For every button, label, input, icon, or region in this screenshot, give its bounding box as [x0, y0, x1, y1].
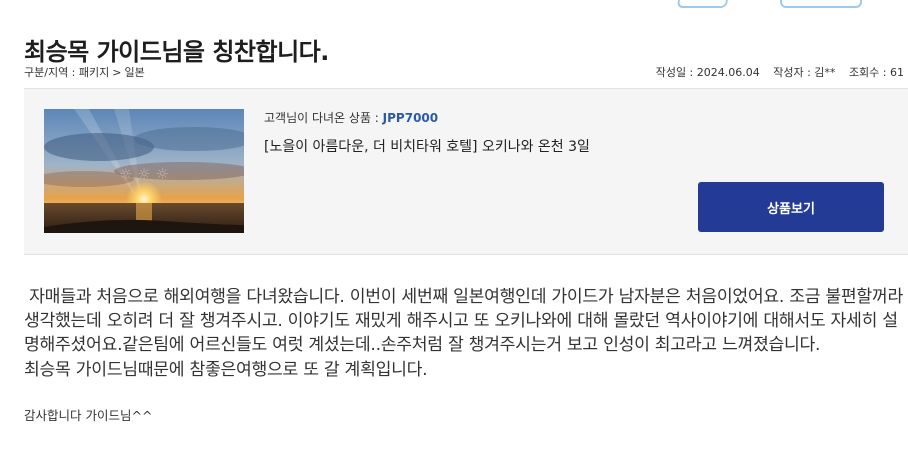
decorative-shape [780, 0, 862, 8]
post-views: 조회수 : 61 [848, 66, 904, 79]
page-title: 최승목 가이드님을 칭찬합니다. [24, 38, 329, 67]
post-meta: 작성일 : 2024.06.04 작성자 : 김** 조회수 : 61 [646, 64, 904, 80]
review-signoff: 감사합니다 가이드님^^ [24, 408, 153, 423]
review-body: 자매들과 처음으로 해외여행을 다녀왔습니다. 이번이 세번째 일본여행인데 가… [24, 287, 903, 380]
breadcrumb: 구분/지역 : 패키지 > 일본 [24, 64, 145, 80]
product-code-line: 고객님이 다녀온 상품 : JPP7000 [264, 109, 590, 126]
post-date: 작성일 : 2024.06.04 [655, 66, 760, 79]
product-card: ☼ ☼ ☼ 고객님이 다녀온 상품 : JPP7000 [노을이 아름다운, 더… [24, 88, 908, 255]
product-code[interactable]: JPP7000 [383, 111, 438, 125]
category-label: 구분/지역 : 패키지 [24, 66, 110, 79]
chevron-right-icon: > [112, 66, 122, 79]
svg-text:☼ ☼ ☼: ☼ ☼ ☼ [119, 165, 169, 183]
view-product-button[interactable]: 상품보기 [698, 182, 884, 232]
decorative-shape [676, 0, 730, 8]
post-author: 작성자 : 김** [773, 66, 836, 79]
product-thumbnail[interactable]: ☼ ☼ ☼ [44, 109, 244, 233]
product-code-label: 고객님이 다녀온 상품 : [264, 111, 383, 125]
region-label: 일본 [124, 66, 145, 79]
product-name[interactable]: [노을이 아름다운, 더 비치타워 호텔] 오키나와 온천 3일 [264, 136, 590, 156]
product-info: 고객님이 다녀온 상품 : JPP7000 [노을이 아름다운, 더 비치타워 … [264, 109, 590, 156]
